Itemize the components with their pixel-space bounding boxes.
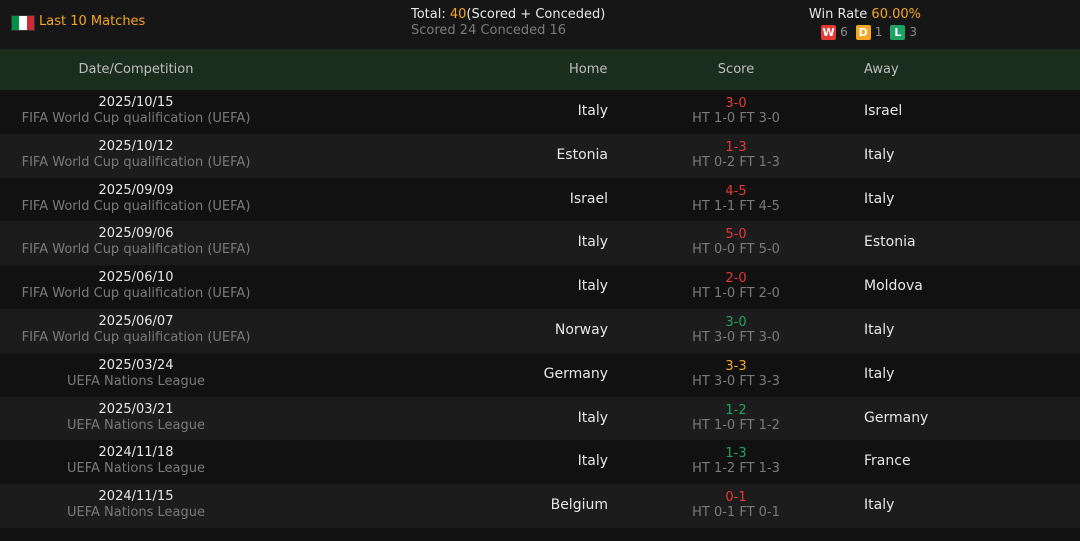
match-competition: FIFA World Cup qualification (UEFA)	[21, 111, 251, 126]
home-team[interactable]: Israel	[570, 191, 608, 207]
match-competition: UEFA Nations League	[66, 505, 205, 521]
section-title: Last 10 Matches	[39, 14, 146, 29]
home-team[interactable]: Germany	[544, 366, 608, 382]
away-team[interactable]: Italy	[864, 147, 894, 163]
wdl-record: W 6 D 1 L 3	[721, 24, 921, 40]
home-team[interactable]: Estonia	[556, 147, 608, 163]
final-score[interactable]: 1-3	[725, 447, 746, 461]
away-team[interactable]: Italy	[864, 497, 894, 513]
home-team[interactable]: Italy	[578, 278, 608, 294]
final-score[interactable]: 1-2	[725, 403, 746, 418]
final-score[interactable]: 3-0	[725, 315, 746, 330]
halftime-fulltime-score: HT 0-2 FT 1-3	[692, 154, 780, 170]
home-team[interactable]: Italy	[578, 410, 608, 426]
away-team[interactable]: Italy	[864, 191, 894, 207]
total-label: Total:	[411, 7, 450, 22]
halftime-fulltime-score: HT 3-0 FT 3-0	[692, 329, 780, 345]
match-date: 2025/06/07	[98, 313, 174, 329]
goals-total: Total: 40(Scored + Conceded) Scored 24 C…	[411, 7, 605, 39]
final-score[interactable]: 4-5	[725, 184, 746, 199]
match-row[interactable]: 2025/03/21 UEFA Nations League Italy 1-2 HT …	[0, 396, 1080, 441]
home-team[interactable]: Italy	[578, 103, 608, 119]
scored-conceded: Scored 24 Conceded 16	[411, 23, 567, 38]
match-competition: FIFA World Cup qualification (UEFA)	[21, 154, 251, 170]
halftime-fulltime-score: HT 0-1 FT 0-1	[692, 505, 780, 521]
home-team[interactable]: Italy	[578, 234, 608, 250]
away-team[interactable]: Estonia	[864, 234, 916, 250]
match-competition: FIFA World Cup qualification (UEFA)	[21, 242, 251, 258]
match-row[interactable]: 2024/11/18 UEFA Nations League Italy 1-3 HT …	[0, 440, 1080, 485]
match-date: 2025/10/15	[98, 95, 174, 110]
column-header-score: Score	[717, 62, 755, 77]
italy-flag-icon	[11, 15, 35, 31]
win-rate-value: 60.00%	[871, 7, 921, 22]
match-date: 2025/06/10	[98, 270, 174, 286]
away-team[interactable]: Italy	[864, 366, 894, 382]
halftime-fulltime-score: HT 3-0 FT 3-3	[692, 373, 780, 389]
total-value: 40	[449, 7, 467, 22]
final-score[interactable]: 5-0	[725, 228, 746, 242]
match-date: 2024/11/15	[98, 489, 174, 505]
final-score[interactable]: 3-3	[725, 359, 746, 374]
match-competition: UEFA Nations League	[66, 373, 205, 389]
matches-table: 2025/10/15 FIFA World Cup qualification (…	[0, 90, 1080, 528]
match-row[interactable]: 2024/11/15 UEFA Nations League Belgium 0-1 H…	[0, 484, 1080, 528]
summary-bar: Last 10 Matches Total: 40(Scored + Conce…	[0, 0, 1080, 49]
away-team[interactable]: Germany	[864, 410, 928, 426]
match-competition: UEFA Nations League	[66, 461, 205, 477]
win-badge: W	[821, 24, 837, 40]
away-team[interactable]: Israel	[864, 103, 902, 119]
draw-badge: D	[855, 24, 871, 40]
losses-count: 3	[909, 25, 917, 39]
draws-count: 1	[874, 25, 883, 39]
home-team[interactable]: Belgium	[551, 497, 608, 513]
final-score[interactable]: 1-3	[725, 140, 746, 155]
halftime-fulltime-score: HT 1-0 FT 2-0	[692, 286, 780, 302]
match-row[interactable]: 2025/10/15 FIFA World Cup qualification (…	[0, 90, 1080, 134]
column-header-away: Away	[864, 62, 899, 77]
match-row[interactable]: 2025/10/12 FIFA World Cup qualification (…	[0, 133, 1080, 178]
match-date: 2025/03/21	[98, 401, 174, 417]
column-header-home: Home	[569, 62, 608, 77]
match-row[interactable]: 2025/09/09 FIFA World Cup qualification (…	[0, 177, 1080, 222]
halftime-fulltime-score: HT 1-2 FT 1-3	[692, 461, 780, 477]
halftime-fulltime-score: HT 0-0 FT 5-0	[692, 242, 780, 258]
match-row[interactable]: 2025/06/10 FIFA World Cup qualification (…	[0, 265, 1080, 309]
home-team[interactable]: Italy	[578, 453, 608, 469]
table-header: Date/Competition Home Score Away	[0, 49, 1080, 90]
away-team[interactable]: France	[864, 453, 911, 469]
win-rate-label: Win Rate	[808, 7, 872, 22]
win-rate-summary: Win Rate 60.00% W 6 D 1 L 3	[721, 7, 921, 40]
match-date: 2025/03/24	[98, 357, 174, 373]
final-score[interactable]: 3-0	[725, 97, 746, 111]
wins-count: 6	[840, 25, 848, 39]
away-team[interactable]: Italy	[864, 322, 894, 338]
final-score[interactable]: 2-0	[725, 272, 746, 286]
match-competition: FIFA World Cup qualification (UEFA)	[21, 329, 251, 345]
halftime-fulltime-score: HT 1-1 FT 4-5	[692, 198, 780, 214]
match-competition: UEFA Nations League	[66, 417, 205, 433]
match-date: 2025/09/06	[98, 226, 174, 242]
match-row[interactable]: 2025/09/06 FIFA World Cup qualification (…	[0, 221, 1080, 266]
match-date: 2024/11/18	[98, 445, 174, 461]
match-row[interactable]: 2025/06/07 FIFA World Cup qualification (…	[0, 308, 1080, 353]
halftime-fulltime-score: HT 1-0 FT 3-0	[692, 111, 780, 126]
match-competition: FIFA World Cup qualification (UEFA)	[21, 198, 251, 214]
final-score[interactable]: 0-1	[725, 491, 746, 505]
halftime-fulltime-score: HT 1-0 FT 1-2	[692, 417, 780, 433]
match-date: 2025/09/09	[98, 182, 174, 198]
total-suffix: (Scored + Conceded)	[466, 7, 606, 22]
away-team[interactable]: Moldova	[864, 278, 923, 294]
match-row[interactable]: 2025/03/24 UEFA Nations League Germany 3-3 H…	[0, 352, 1080, 397]
match-date: 2025/10/12	[98, 138, 174, 154]
home-team[interactable]: Norway	[555, 322, 608, 338]
column-header-date: Date/Competition	[78, 62, 194, 77]
match-competition: FIFA World Cup qualification (UEFA)	[21, 286, 251, 302]
loss-badge: L	[890, 24, 906, 40]
